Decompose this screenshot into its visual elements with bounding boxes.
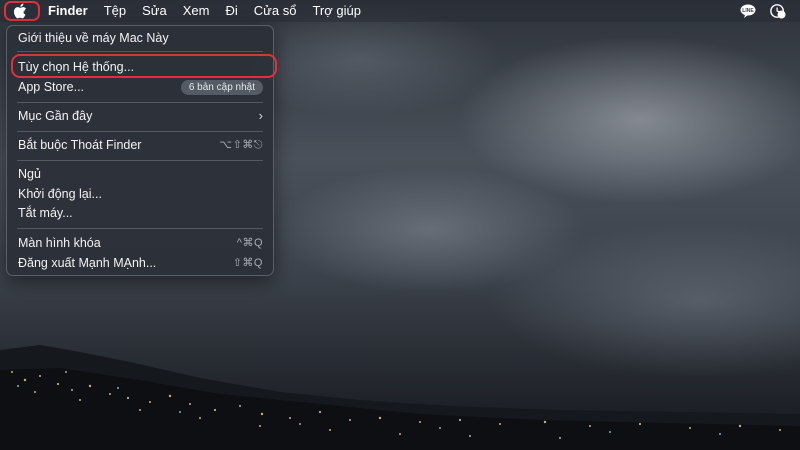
menu-separator [17,160,263,161]
menu-item-label: Màn hình khóa [18,236,101,250]
menu-item-restart[interactable]: Khởi động lại... [18,185,263,203]
menu-item-label: App Store... [18,80,85,94]
chevron-right-icon: › [258,108,263,123]
menu-item-force-quit[interactable]: Bắt buộc Thoát Finder ⌥⇧⌘⎋ [18,136,263,154]
apple-menu-highlight-ring [4,1,40,21]
menu-item-sleep[interactable]: Ngủ [18,165,263,183]
menu-item-log-out[interactable]: Đăng xuất Mạnh MẠnh... ⇧⌘Q [18,254,263,272]
menu-item-label: Bắt buộc Thoát Finder [18,138,142,152]
menu-item-system-settings[interactable]: Tùy chọn Hệ thống... [11,54,277,78]
menu-go[interactable]: Đi [217,0,245,22]
menu-item-label: Mục Gần đây [18,109,93,123]
menu-item-shutdown[interactable]: Tắt máy... [18,204,263,222]
menu-file[interactable]: Tệp [96,0,134,22]
menu-edit[interactable]: Sửa [134,0,175,22]
keyboard-shortcut: ^⌘Q [236,237,263,249]
clock-notification-icon[interactable] [770,3,786,19]
system-settings-highlight-ring [11,54,277,78]
menu-finder[interactable]: Finder [40,0,96,22]
status-area: LINE [740,0,800,22]
line-chat-icon[interactable]: LINE [740,3,756,19]
updates-badge: 6 bản cập nhật [180,79,263,95]
svg-text:LINE: LINE [742,8,754,14]
menu-item-lock-screen[interactable]: Màn hình khóa ^⌘Q [18,234,263,252]
apple-menu-button[interactable] [0,0,40,22]
menu-item-label: Tắt máy... [18,206,73,220]
menu-window[interactable]: Cửa sổ [246,0,305,22]
menu-item-label: Giới thiệu về máy Mac Này [18,31,169,45]
keyboard-shortcut: ⇧⌘Q [232,257,263,269]
menu-item-recent-items[interactable]: Mục Gần đây › [18,107,263,125]
menu-separator [17,102,263,103]
keyboard-shortcut: ⌥⇧⌘⎋ [219,139,263,151]
menu-help[interactable]: Trợ giúp [304,0,369,22]
menu-item-label: Khởi động lại... [18,187,102,201]
menu-item-app-store[interactable]: App Store... 6 bản cập nhật [18,78,263,96]
menu-separator [17,228,263,229]
menu-bar: Finder Tệp Sửa Xem Đi Cửa sổ Trợ giúp LI… [0,0,800,22]
menu-view[interactable]: Xem [175,0,218,22]
menu-item-label: Đăng xuất Mạnh MẠnh... [18,256,157,270]
menu-item-about-this-mac[interactable]: Giới thiệu về máy Mac Này [18,29,263,47]
apple-menu-dropdown: Giới thiệu về máy Mac Này Tùy chọn Hệ th… [6,25,277,276]
menu-separator [17,131,263,132]
menu-item-label: Ngủ [18,167,41,181]
menu-separator [17,51,263,52]
